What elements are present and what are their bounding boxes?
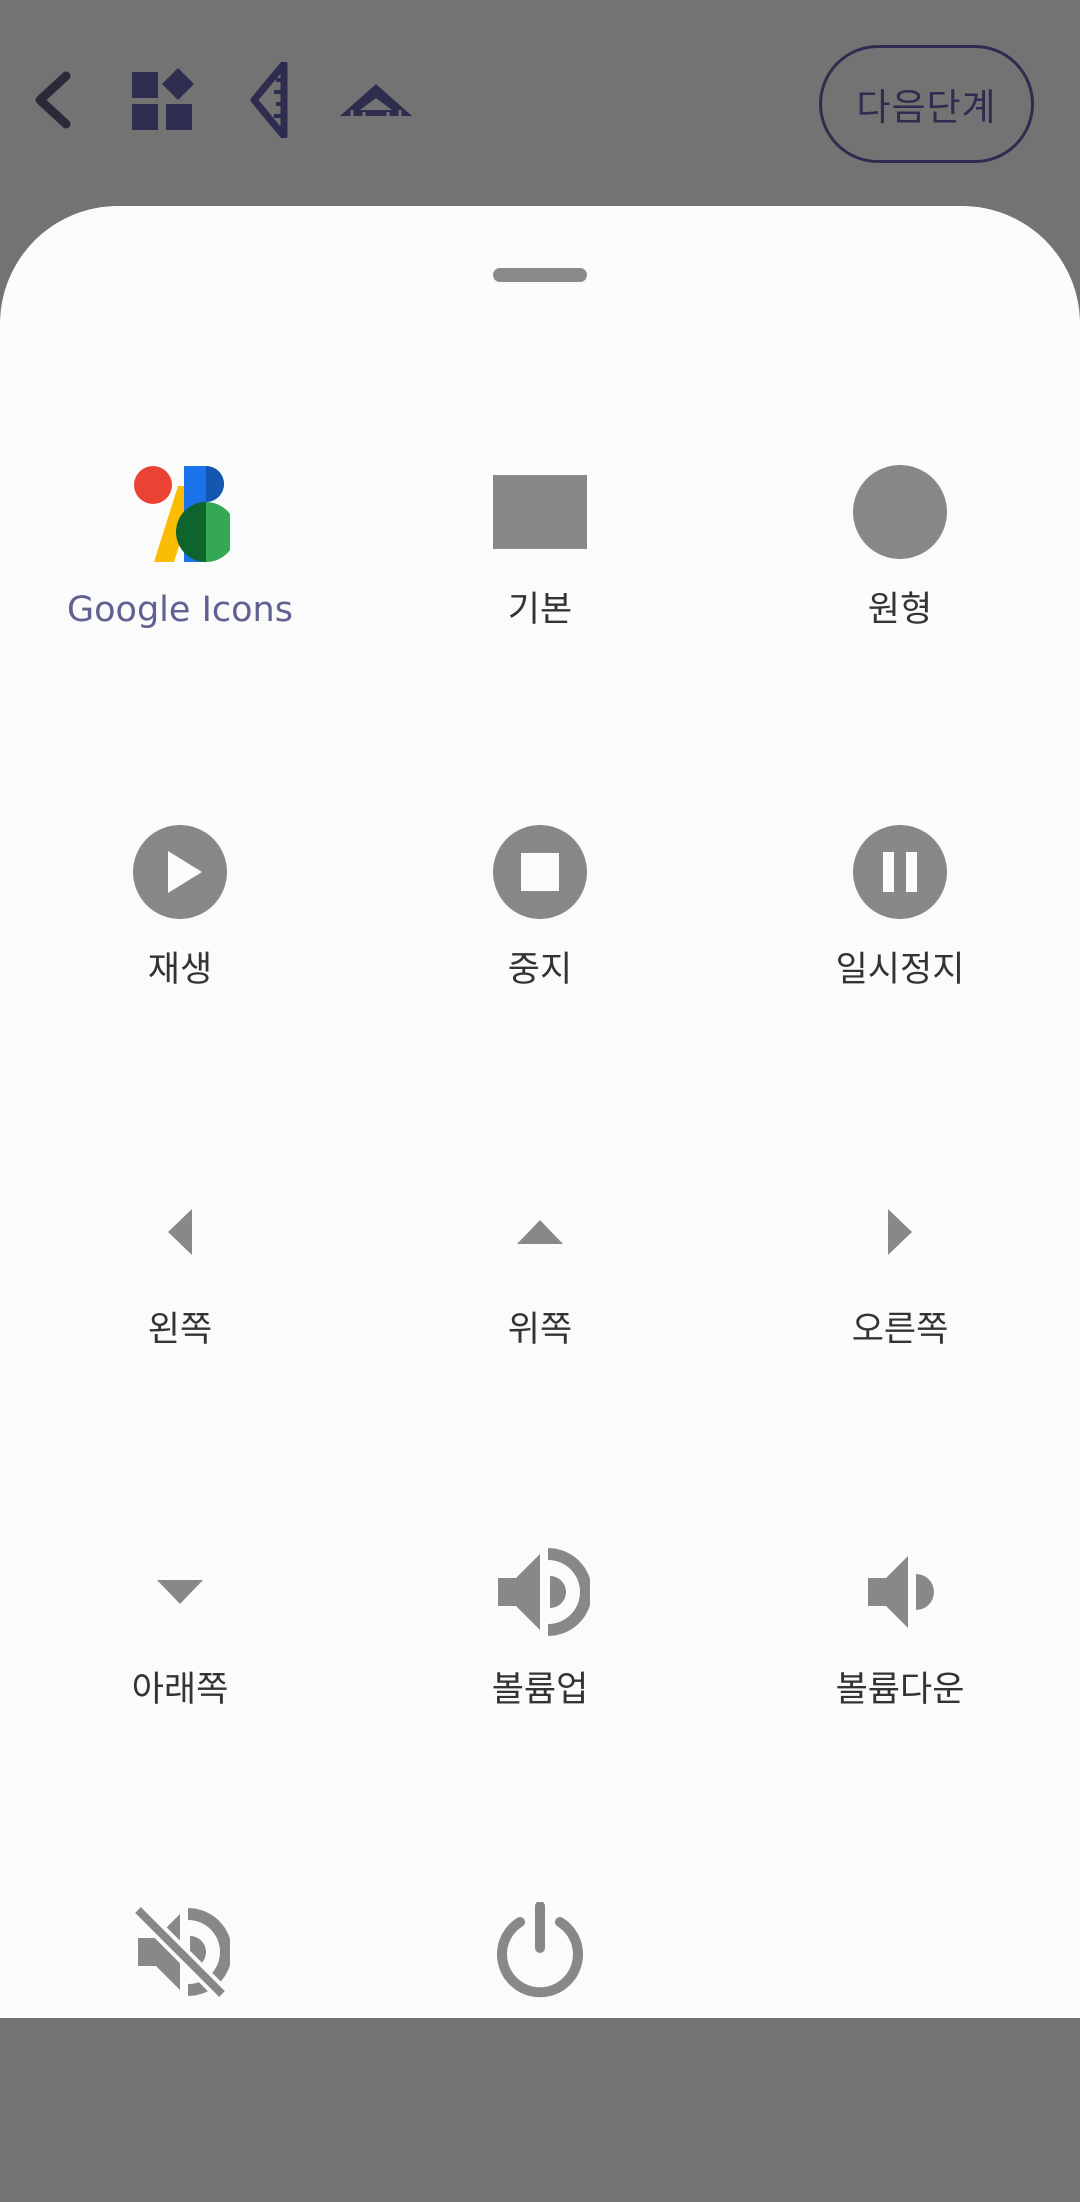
chevron-left-icon[interactable] [28,70,76,130]
shape-item-label: 볼륨다운 [835,1670,965,1710]
google-icons-logo [130,462,230,562]
shape-item-right[interactable]: 오른쪽 [720,1182,1080,1482]
shape-item-label: 위쪽 [507,1310,573,1350]
volume-down-icon [850,1542,950,1642]
shape-item-google-icons[interactable]: Google Icons [0,462,360,762]
circle-icon [850,462,950,562]
set-square-icon[interactable] [338,82,414,120]
shape-item-label: 중지 [507,950,573,990]
shape-item-label: 재생 [147,950,213,990]
shape-picker-sheet: Google Icons 기본 원형 재생 중지 일시정지 왼쪽 위쪽 오른쪽 … [0,206,1080,2018]
shape-item-label: Google Icons [67,590,293,630]
next-step-button[interactable]: 다음단계 [819,45,1034,163]
shape-item-up[interactable]: 위쪽 [360,1182,720,1482]
volume-up-icon [490,1542,590,1642]
shape-item-power[interactable] [360,1902,720,2202]
shape-item-circle[interactable]: 원형 [720,462,1080,762]
volume-off-icon [130,1902,230,2002]
shape-item-label: 왼쪽 [147,1310,213,1350]
shape-item-label: 원형 [867,590,933,630]
shape-item-volume-off[interactable] [0,1902,360,2202]
shape-item-label: 아래쪽 [131,1670,229,1710]
shape-item-volume-down[interactable]: 볼륨다운 [720,1542,1080,1842]
shape-item-label: 기본 [507,590,573,630]
pause-circle-icon [850,822,950,922]
rectangle-icon [490,462,590,562]
shape-item-label: 볼륨업 [491,1670,589,1710]
play-circle-icon [130,822,230,922]
arrow-right-icon [850,1182,950,1282]
stop-circle-icon [490,822,590,922]
shapes-icon[interactable] [130,68,198,132]
arrow-down-icon [130,1542,230,1642]
shape-item-pause[interactable]: 일시정지 [720,822,1080,1122]
ruler-angle-icon[interactable] [250,62,290,138]
top-toolbar: 다음단계 [0,0,1080,210]
arrow-left-icon [130,1182,230,1282]
shape-item-down[interactable]: 아래쪽 [0,1542,360,1842]
power-icon [490,1902,590,2002]
shape-item-volume-up[interactable]: 볼륨업 [360,1542,720,1842]
arrow-up-icon [490,1182,590,1282]
shape-item-rectangle[interactable]: 기본 [360,462,720,762]
drag-handle[interactable] [493,268,587,282]
shape-item-play[interactable]: 재생 [0,822,360,1122]
shape-item-label: 오른쪽 [851,1310,949,1350]
shape-item-stop[interactable]: 중지 [360,822,720,1122]
shape-item-label: 일시정지 [835,950,965,990]
shape-item-left[interactable]: 왼쪽 [0,1182,360,1482]
